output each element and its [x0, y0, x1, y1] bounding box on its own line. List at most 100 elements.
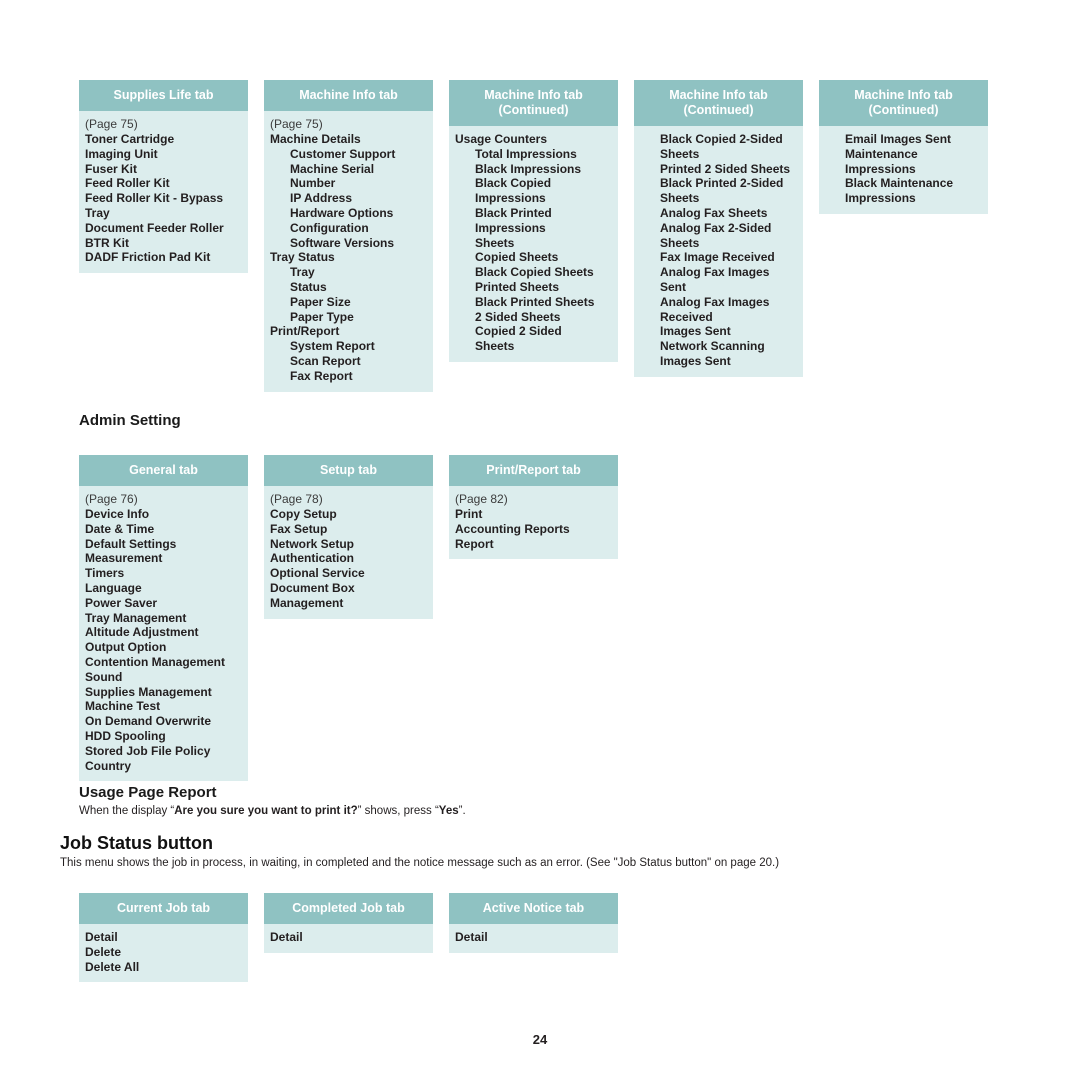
menu-item: Paper Type	[290, 309, 354, 324]
menu-item-list: Detail	[455, 930, 612, 945]
page-reference: (Page 75)	[85, 117, 138, 131]
tab-card-body: Detail Delete Delete All	[79, 924, 248, 983]
tab-card-header: Completed Job tab	[264, 893, 433, 924]
menu-item: Impressions	[845, 191, 916, 206]
tab-card-title: Active Notice tab	[482, 901, 585, 915]
tab-card: Machine Info tab (Continued) Black Copied …	[634, 80, 803, 377]
menu-item: Analog Fax 2-Sided	[660, 220, 772, 235]
tab-card-title: Print/Report tab	[486, 463, 581, 477]
tab-card-body: (Page 75) Toner Cartridge Imaging Unit Fuse…	[79, 111, 248, 274]
menu-item: Impressions	[475, 191, 546, 206]
menu-item: Number	[290, 176, 336, 191]
menu-item: Fax Image Received	[660, 250, 775, 265]
menu-item: Altitude Adjustment	[85, 625, 199, 640]
menu-item: Images Sent	[660, 324, 731, 339]
menu-item: Sound	[85, 669, 123, 684]
tab-card-body: Detail	[264, 924, 433, 953]
tab-card-header: Machine Info tab (Continued)	[819, 80, 988, 126]
menu-item: 2 Sided Sheets	[475, 309, 561, 324]
menu-item: Customer Support	[290, 146, 396, 161]
manual-page: Supplies Life tab (Page 75) Toner Cartridg…	[0, 0, 1080, 1080]
tab-card: Print/Report tab (Page 82) Print Accounting…	[449, 455, 618, 560]
menu-item: Print	[455, 507, 483, 521]
tab-card: Setup tab (Page 78) Copy Setup Fax Setup Net…	[264, 455, 433, 619]
tab-card-header: Machine Info tab (Continued)	[449, 80, 618, 126]
tab-card: Current Job tab Detail Delete Delete All	[79, 893, 248, 983]
tab-card-title: Machine Info tab	[854, 88, 953, 102]
menu-item: Device Info	[85, 507, 150, 521]
menu-item: Maintenance	[845, 146, 918, 161]
menu-item: Date & Time	[85, 521, 155, 536]
usage-page-report-heading: Usage Page Report	[79, 784, 217, 801]
menu-item: Network Scanning	[660, 339, 765, 354]
page-reference: (Page 82)	[455, 492, 508, 506]
menu-item: Black Copied	[475, 176, 552, 191]
menu-item: Fax Report	[290, 368, 353, 383]
instruction-bold-yes: Yes	[438, 805, 459, 817]
menu-item: Sheets	[660, 146, 700, 161]
menu-item: Copy Setup	[270, 507, 337, 521]
menu-item: Imaging Unit	[85, 146, 158, 161]
menu-item-list: Detail	[270, 930, 427, 945]
menu-item: Black Printed 2-Sided	[660, 176, 784, 191]
tab-card-body: (Page 76) Device Info Date & Time Default S…	[79, 486, 248, 782]
menu-item: Stored Job File Policy	[85, 743, 211, 758]
tab-card-body: (Page 78) Copy Setup Fax Setup Network Setu…	[264, 486, 433, 619]
tab-card-title: Completed Job tab	[292, 901, 405, 915]
menu-item: Total Impressions	[475, 146, 577, 161]
tab-card-header: Setup tab	[264, 455, 433, 486]
menu-item: Copied Sheets	[475, 250, 559, 265]
menu-item: Software Versions	[290, 235, 395, 250]
menu-item: Detail	[270, 930, 303, 944]
menu-item: BTR Kit	[85, 235, 129, 250]
menu-item: Analog Fax Sheets	[660, 205, 768, 220]
menu-item: Machine Serial	[290, 161, 375, 176]
menu-item: Language	[85, 580, 142, 595]
job-status-description: This menu shows the job in process, in w…	[60, 857, 780, 869]
menu-item: Tray	[290, 265, 315, 280]
menu-item: Machine Test	[85, 699, 161, 714]
instruction-prefix: When the display “	[79, 805, 175, 817]
tab-card-body: (Page 82) Print Accounting Reports Report	[449, 486, 618, 560]
instruction-bold-prompt: Are you sure you want to print it?	[174, 805, 358, 817]
tab-card-body: Usage Counters Total Impressions Black Imp…	[449, 126, 618, 362]
menu-item: HDD Spooling	[85, 728, 166, 743]
instruction-suffix: ”.	[458, 805, 466, 817]
menu-item: System Report	[290, 339, 375, 354]
menu-item: Email Images Sent	[845, 132, 952, 146]
menu-item: Toner Cartridge	[85, 132, 175, 146]
menu-item: Authentication	[270, 551, 354, 566]
menu-item-list: Toner Cartridge Imaging Unit Fuser Kit Feed…	[85, 132, 242, 265]
menu-item-list: Copy Setup Fax Setup Network Setup Authenti…	[270, 507, 427, 611]
menu-item: Printed 2 Sided Sheets	[660, 161, 791, 176]
menu-item: Tray Management	[85, 610, 187, 625]
tab-card-header: Current Job tab	[79, 893, 248, 924]
tab-card-title: Machine Info tab	[669, 88, 768, 102]
menu-item: Fax Setup	[270, 521, 328, 536]
tab-card-title: Machine Info tab	[299, 88, 398, 102]
menu-item: Images Sent	[660, 353, 731, 368]
menu-item: Black Impressions	[475, 161, 582, 176]
menu-item-list: Black Copied 2-Sided Sheets Printed 2 Side…	[640, 132, 797, 369]
menu-item: Copied 2 Sided	[475, 324, 562, 339]
menu-item: Measurement	[85, 551, 163, 566]
menu-item: Impressions	[475, 220, 546, 235]
tab-card-title: Setup tab	[320, 463, 377, 477]
tab-card-title: Supplies Life tab	[113, 88, 214, 102]
menu-item: Sheets	[475, 339, 515, 354]
menu-item: Received	[660, 309, 713, 324]
menu-item-list: Usage Counters Total Impressions Black Imp…	[455, 132, 612, 354]
menu-item: Fuser Kit	[85, 161, 138, 176]
menu-item: Black Printed Sheets	[475, 294, 595, 309]
menu-item: Sent	[660, 279, 687, 294]
tab-card-header: Machine Info tab (Continued)	[634, 80, 803, 126]
admin-setting-heading: Admin Setting	[79, 412, 181, 429]
menu-item-list: Machine Details Customer Support Machine S…	[270, 132, 427, 384]
menu-item: Power Saver	[85, 595, 158, 610]
menu-item: Scan Report	[290, 353, 361, 368]
tab-card-subtitle: (Continued)	[868, 103, 939, 117]
tab-card-header: General tab	[79, 455, 248, 486]
page-number: 24	[532, 1032, 548, 1047]
menu-item: Status	[290, 279, 327, 294]
page-reference: (Page 75)	[270, 117, 323, 131]
